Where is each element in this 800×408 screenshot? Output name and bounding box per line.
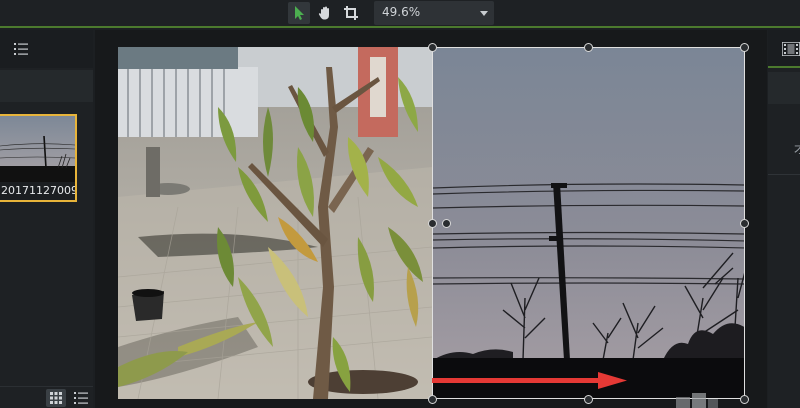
plant-photo [118,47,432,399]
arrow-pointer-icon [295,6,304,20]
media-item[interactable]: 20171127009... [0,114,77,202]
media-bin-subheader [0,70,93,102]
grid-view-button[interactable] [46,389,66,407]
zoom-dropdown[interactable]: 49.6% [374,1,494,25]
pan-tool-button[interactable] [314,2,336,24]
top-toolbar: 49.6% [0,0,800,28]
resize-handle-left[interactable] [428,219,437,228]
list-view-icon [74,392,88,404]
canvas-clip-right[interactable] [432,47,745,399]
select-tool-button[interactable] [288,2,310,24]
hand-icon [318,6,329,20]
properties-subheader [768,72,800,104]
rotate-handle[interactable] [442,219,451,228]
divider [768,174,800,175]
film-strip-icon[interactable] [782,42,800,56]
resize-handle-top[interactable] [584,43,593,52]
crop-tool-button[interactable] [340,2,362,24]
media-item-label: 20171127009... [0,182,75,200]
list-options-icon[interactable] [13,42,29,56]
properties-label: 才 [794,140,800,157]
canvas-clip-left[interactable] [118,47,432,399]
overlay-artifact [676,393,718,408]
resize-handle-bottom-left[interactable] [428,395,437,404]
annotation-arrow[interactable] [432,372,627,390]
view-mode-bar [0,386,93,408]
list-view-button[interactable] [72,389,90,407]
properties-panel: 才 [768,30,800,408]
resize-handle-right[interactable] [740,219,749,228]
resize-handle-bottom[interactable] [584,395,593,404]
resize-handle-top-left[interactable] [428,43,437,52]
resize-handle-bottom-right[interactable] [740,395,749,404]
sky-photo [433,48,744,398]
chevron-down-icon [480,11,488,16]
crop-icon [344,6,358,20]
properties-header [768,30,800,68]
media-thumbnail [0,116,75,180]
media-bin-panel: 20171127009... [0,30,93,408]
media-bin-header [0,30,93,68]
grid-view-icon [50,392,62,404]
zoom-value: 49.6% [382,5,421,19]
resize-handle-top-right[interactable] [740,43,749,52]
